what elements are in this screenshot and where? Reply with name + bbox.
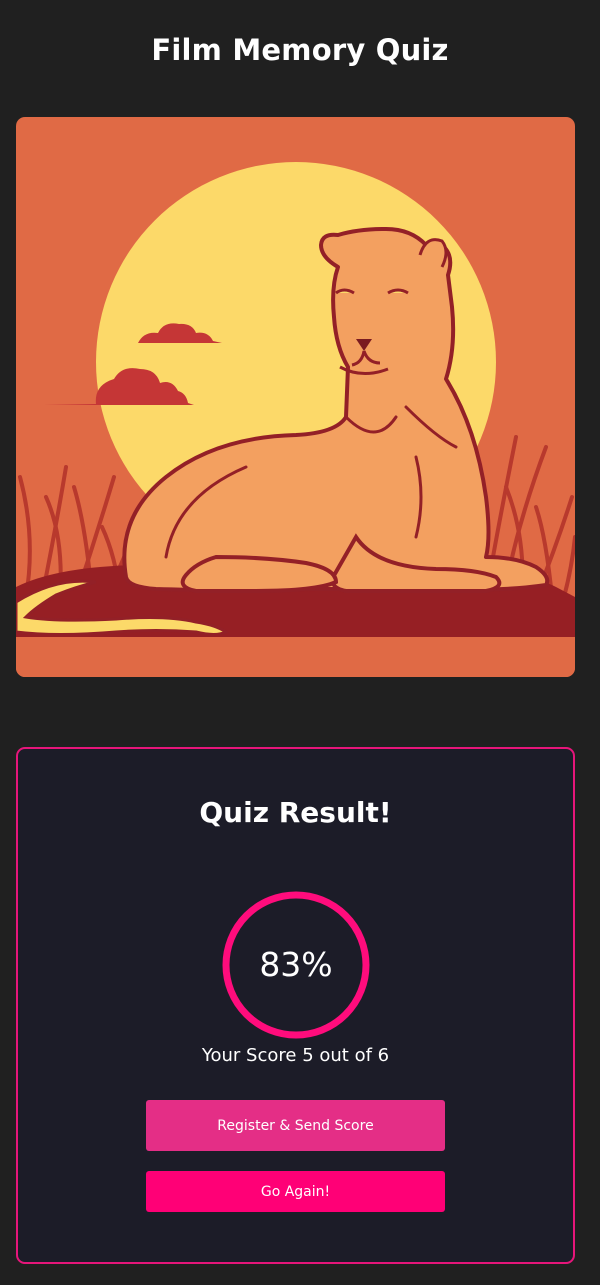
score-percent: 83%	[259, 945, 333, 984]
lioness-sunset-icon	[16, 117, 575, 677]
quiz-result-card: Quiz Result! 83% Your Score 5 out of 6 R…	[16, 747, 575, 1264]
result-title: Quiz Result!	[199, 796, 392, 829]
lioness-illustration	[16, 117, 575, 677]
page-title: Film Memory Quiz	[151, 33, 449, 67]
score-summary: Your Score 5 out of 6	[201, 1045, 390, 1066]
score-ring: 83%	[221, 890, 371, 1040]
go-again-button[interactable]: Go Again!	[146, 1171, 445, 1212]
register-send-score-button[interactable]: Register & Send Score	[146, 1100, 445, 1151]
